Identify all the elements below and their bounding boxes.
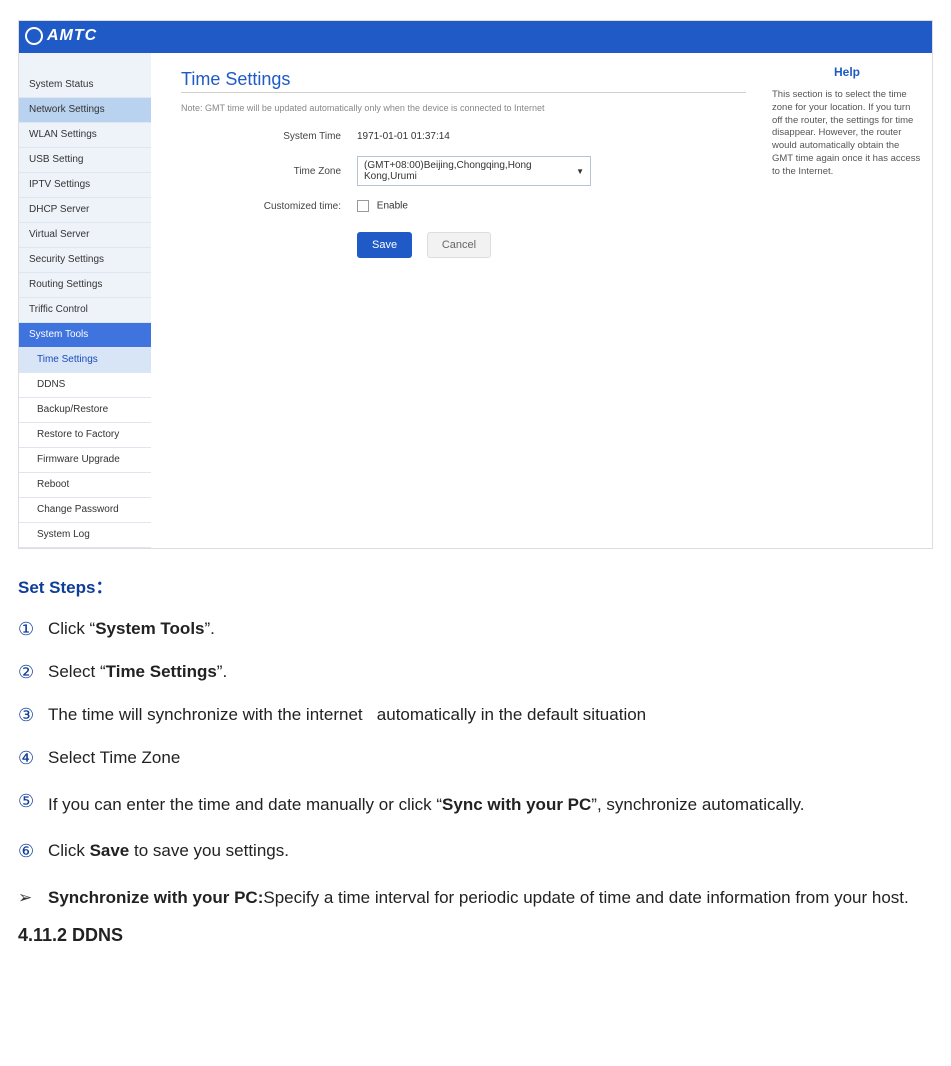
sidebar-sub-ddns[interactable]: DDNS bbox=[19, 373, 151, 398]
step-2: ② Select “Time Settings”. bbox=[18, 659, 933, 686]
step-number-4: ④ bbox=[18, 745, 48, 772]
time-zone-label: Time Zone bbox=[181, 166, 357, 177]
step-6: ⑥ Click Save to save you settings. bbox=[18, 838, 933, 865]
time-zone-selected-value: (GMT+08:00)Beijing,Chongqing,Hong Kong,U… bbox=[364, 160, 576, 182]
section-heading-ddns: 4.11.2 DDNS bbox=[18, 925, 933, 946]
sidebar-item-dhcp-server[interactable]: DHCP Server bbox=[19, 198, 151, 223]
sidebar-item-traffic-control[interactable]: Triffic Control bbox=[19, 298, 151, 323]
row-system-time: System Time 1971-01-01 01:37:14 bbox=[181, 131, 746, 142]
step-4-text: Select Time Zone bbox=[48, 745, 933, 772]
set-steps-heading: Set Steps： bbox=[18, 573, 933, 598]
sidebar-item-system-tools[interactable]: System Tools bbox=[19, 323, 151, 348]
step-3-text: The time will synchronize with the inter… bbox=[48, 702, 933, 729]
step-3: ③ The time will synchronize with the int… bbox=[18, 702, 933, 729]
chevron-down-icon: ▼ bbox=[576, 167, 584, 176]
button-bar: Save Cancel bbox=[357, 232, 746, 258]
system-time-value: 1971-01-01 01:37:14 bbox=[357, 131, 450, 142]
sidebar-sub-restore-factory[interactable]: Restore to Factory bbox=[19, 423, 151, 448]
document-body: Set Steps： ① Click “System Tools”. ② Sel… bbox=[18, 573, 933, 946]
step-2-text: Select “Time Settings”. bbox=[48, 659, 933, 686]
save-button[interactable]: Save bbox=[357, 232, 412, 258]
cancel-button[interactable]: Cancel bbox=[427, 232, 491, 258]
sidebar-item-network-settings[interactable]: Network Settings bbox=[19, 98, 151, 123]
sidebar-item-wlan-settings[interactable]: WLAN Settings bbox=[19, 123, 151, 148]
sidebar-sub-time-settings[interactable]: Time Settings bbox=[19, 348, 151, 373]
panel-title: Time Settings bbox=[181, 69, 746, 90]
step-5: ⑤ If you can enter the time and date man… bbox=[18, 788, 933, 822]
step-1: ① Click “System Tools”. bbox=[18, 616, 933, 643]
sidebar-sub-change-password[interactable]: Change Password bbox=[19, 498, 151, 523]
step-6-text: Click Save to save you settings. bbox=[48, 838, 933, 865]
sidebar-item-security-settings[interactable]: Security Settings bbox=[19, 248, 151, 273]
brand-logo-text: AMTC bbox=[47, 27, 97, 45]
sidebar-sub-reboot[interactable]: Reboot bbox=[19, 473, 151, 498]
step-number-3: ③ bbox=[18, 702, 48, 729]
step-number-2: ② bbox=[18, 659, 48, 686]
sidebar-item-system-status[interactable]: System Status bbox=[19, 73, 151, 98]
main-panel: Time Settings Note: GMT time will be upd… bbox=[151, 53, 766, 548]
triangle-bullet-icon: ➢ bbox=[18, 881, 48, 915]
sidebar-sub-firmware-upgrade[interactable]: Firmware Upgrade bbox=[19, 448, 151, 473]
help-title: Help bbox=[772, 65, 922, 79]
step-1-text: Click “System Tools”. bbox=[48, 616, 933, 643]
sync-pc-bullet: ➢ Synchronize with your PC:Specify a tim… bbox=[18, 881, 933, 915]
sidebar-nav: System Status Network Settings WLAN Sett… bbox=[19, 53, 151, 548]
enable-label: Enable bbox=[377, 201, 408, 212]
sidebar-sub-backup-restore[interactable]: Backup/Restore bbox=[19, 398, 151, 423]
sidebar-item-usb-setting[interactable]: USB Setting bbox=[19, 148, 151, 173]
step-number-1: ① bbox=[18, 616, 48, 643]
sidebar-item-iptv-settings[interactable]: IPTV Settings bbox=[19, 173, 151, 198]
step-5-text: If you can enter the time and date manua… bbox=[48, 788, 933, 822]
step-number-6: ⑥ bbox=[18, 838, 48, 865]
help-text: This section is to select the time zone … bbox=[772, 89, 922, 179]
sidebar-item-virtual-server[interactable]: Virtual Server bbox=[19, 223, 151, 248]
help-panel: Help This section is to select the time … bbox=[766, 53, 932, 548]
steps-list: ① Click “System Tools”. ② Select “Time S… bbox=[18, 616, 933, 865]
customized-time-label: Customized time: bbox=[181, 201, 357, 212]
time-zone-select[interactable]: (GMT+08:00)Beijing,Chongqing,Hong Kong,U… bbox=[357, 156, 591, 186]
enable-checkbox[interactable] bbox=[357, 200, 369, 212]
title-divider bbox=[181, 92, 746, 93]
sidebar-sub-system-log[interactable]: System Log bbox=[19, 523, 151, 548]
brand-logo-icon bbox=[25, 27, 43, 45]
row-time-zone: Time Zone (GMT+08:00)Beijing,Chongqing,H… bbox=[181, 156, 746, 186]
sync-pc-text: Synchronize with your PC:Specify a time … bbox=[48, 881, 933, 915]
app-header: AMTC bbox=[19, 21, 932, 53]
sidebar-item-routing-settings[interactable]: Routing Settings bbox=[19, 273, 151, 298]
system-time-label: System Time bbox=[181, 131, 357, 142]
router-admin-screenshot: AMTC System Status Network Settings WLAN… bbox=[18, 20, 933, 549]
step-number-5: ⑤ bbox=[18, 788, 48, 822]
step-4: ④ Select Time Zone bbox=[18, 745, 933, 772]
panel-note: Note: GMT time will be updated automatic… bbox=[181, 103, 746, 113]
row-customized-time: Customized time: Enable bbox=[181, 200, 746, 212]
